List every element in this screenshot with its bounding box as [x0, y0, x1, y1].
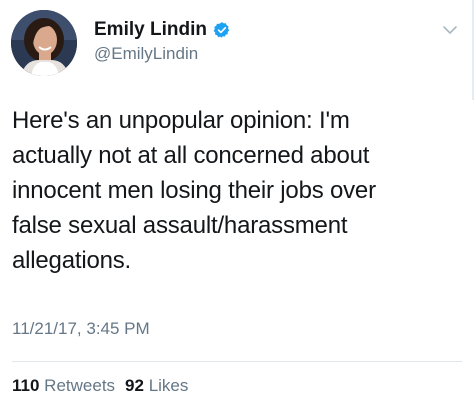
tweet-card: Emily Lindin @EmilyLindin Here's an unpo…	[0, 0, 474, 411]
avatar-image	[11, 10, 77, 76]
retweets-count: 110	[12, 376, 40, 395]
tweet-timestamp[interactable]: 11/21/17, 3:45 PM	[12, 318, 150, 340]
author-name-row: Emily Lindin	[94, 18, 231, 42]
likes-count: 92	[125, 376, 144, 395]
divider	[12, 361, 462, 362]
verified-badge-icon	[213, 21, 231, 39]
retweets-label: Retweets	[44, 376, 116, 395]
author-display-name[interactable]: Emily Lindin	[94, 18, 207, 42]
author-handle[interactable]: @EmilyLindin	[94, 43, 198, 65]
avatar[interactable]	[11, 10, 77, 76]
likes-stat[interactable]: 92 Likes	[125, 376, 188, 395]
chevron-down-icon[interactable]	[442, 22, 458, 38]
retweets-stat[interactable]: 110 Retweets	[12, 376, 115, 395]
likes-label: Likes	[148, 376, 189, 395]
tweet-stats: 110 Retweets 92 Likes	[12, 375, 188, 397]
tweet-text: Here's an unpopular opinion: I'm actuall…	[12, 107, 376, 274]
